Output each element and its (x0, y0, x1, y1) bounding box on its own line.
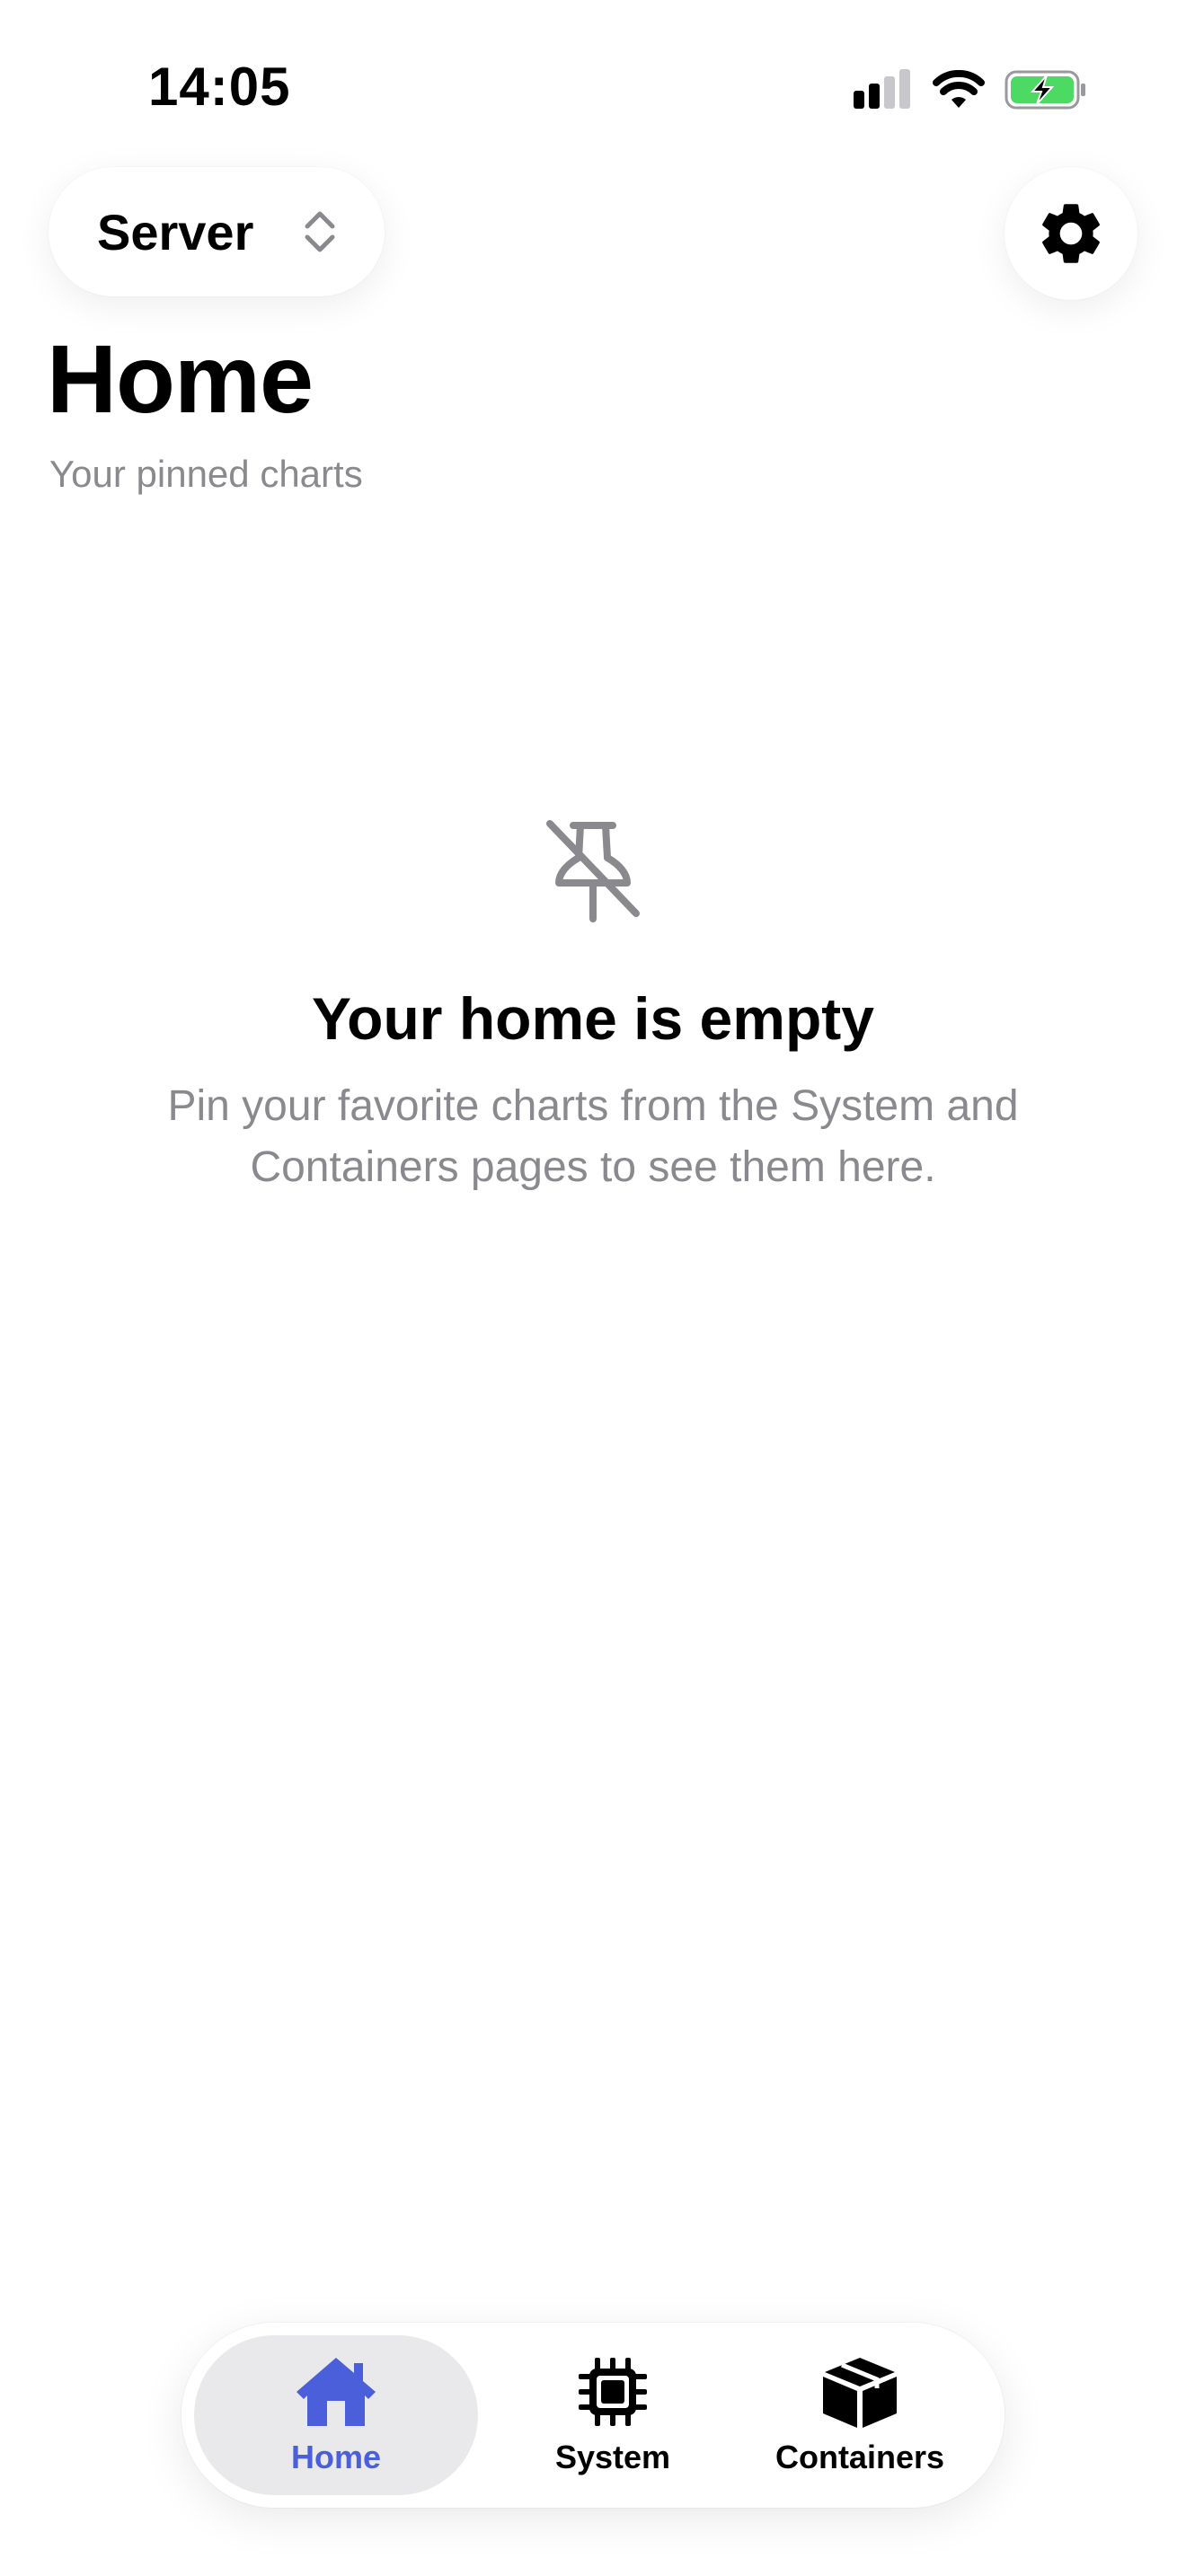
server-selector-label: Server (97, 203, 254, 260)
tab-bar: Home System Containers (181, 2323, 1005, 2508)
settings-button[interactable] (1005, 167, 1137, 300)
tab-containers[interactable]: Containers (730, 2335, 990, 2495)
tab-containers-label: Containers (774, 2439, 945, 2475)
server-selector-button[interactable]: Server (49, 167, 385, 296)
tab-home-label: Home (290, 2439, 382, 2475)
page-title: Home (47, 324, 314, 433)
pin-slash-icon (546, 820, 640, 922)
house-icon (296, 2358, 376, 2426)
empty-state-title: Your home is empty (312, 985, 874, 1052)
empty-state-message: Pin your favorite charts from the System… (167, 1082, 1019, 1191)
shipping-box-icon (823, 2358, 897, 2428)
gear-icon (1042, 204, 1100, 263)
wifi-icon (933, 70, 985, 108)
chevron-up-down-icon (305, 211, 335, 252)
cellular-signal-icon (854, 69, 910, 109)
battery-charging-icon (1005, 70, 1085, 110)
tab-system-label: System (554, 2439, 671, 2475)
tab-system[interactable]: System (496, 2335, 730, 2495)
page-subtitle: Your pinned charts (49, 453, 363, 495)
status-time: 14:05 (148, 57, 291, 117)
cpu-icon (579, 2358, 647, 2426)
status-bar: 14:05 (0, 0, 1186, 162)
tab-home[interactable]: Home (194, 2335, 478, 2495)
status-icons (854, 63, 1087, 117)
